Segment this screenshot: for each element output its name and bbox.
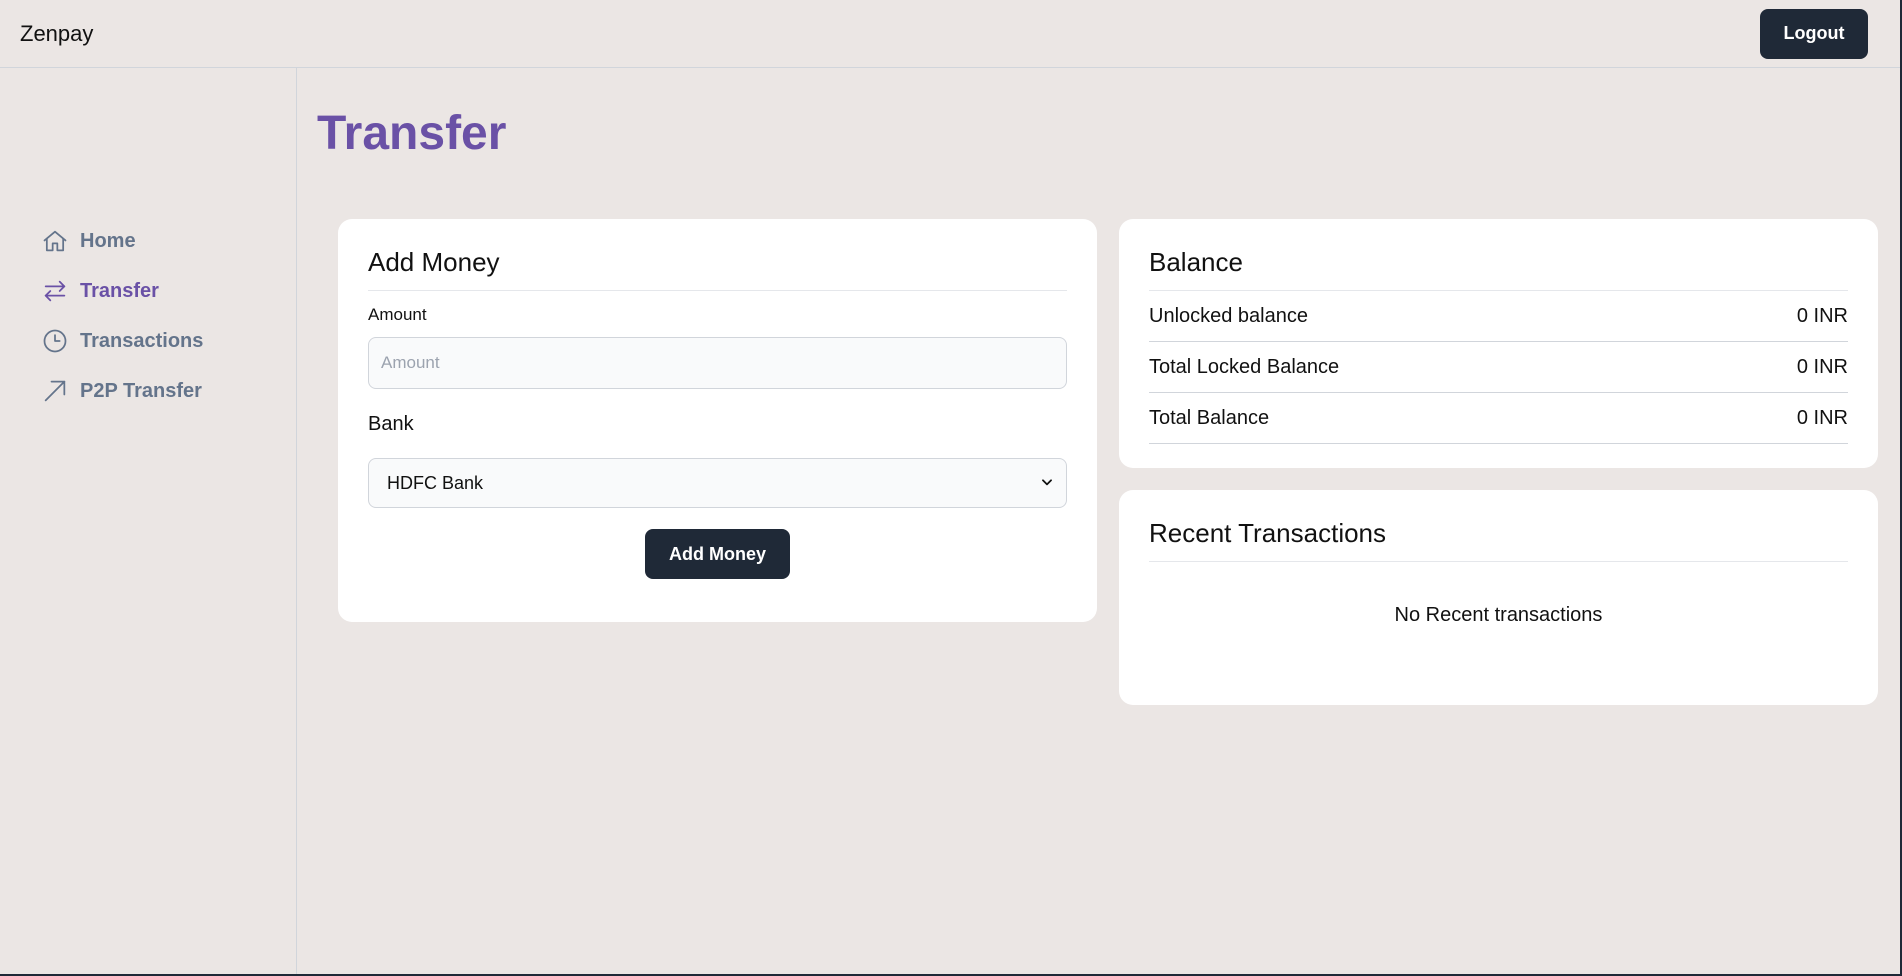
balance-row-value: 0 INR [1796,355,1848,378]
sidebar-item-transfer[interactable]: Transfer [0,266,296,316]
sidebar-item-label: P2P Transfer [80,379,202,402]
button-row: Add Money [368,529,1067,579]
balance-row-label: Total Locked Balance [1149,355,1340,378]
add-money-card: Add Money Amount Bank HDFC Bank Add Mone… [338,219,1097,622]
sidebar-item-label: Transfer [80,279,159,302]
balance-card: Balance Unlocked balance 0 INR Total Loc… [1119,219,1878,468]
add-money-button[interactable]: Add Money [645,529,790,579]
bank-label: Bank [368,413,414,435]
empty-state-message: No Recent transactions [1394,604,1603,626]
page-title: Transfer [317,107,507,160]
balance-title: Balance [1149,247,1848,291]
amount-input[interactable] [368,337,1067,389]
sidebar-item-label: Home [80,229,136,252]
balance-row-label: Total Balance [1149,406,1270,429]
home-icon [40,226,70,256]
amount-label: Amount [368,305,427,324]
logout-button[interactable]: Logout [1760,8,1868,59]
balance-row-locked: Total Locked Balance 0 INR [1149,342,1848,393]
balance-row-label: Unlocked balance [1149,304,1308,327]
balance-row-value: 0 INR [1796,406,1848,429]
bank-select[interactable]: HDFC Bank [368,458,1067,508]
sidebar-item-p2p-transfer[interactable]: P2P Transfer [0,366,296,416]
sidebar-item-transactions[interactable]: Transactions [0,316,296,366]
sidebar: Home Transfer Transactions P2P Transfer [0,68,297,974]
sidebar-item-home[interactable]: Home [0,216,296,266]
app-page: Zenpay Logout Home Transfer Transactions… [0,0,1902,976]
balance-row-total: Total Balance 0 INR [1149,393,1848,444]
top-bar: Zenpay Logout [0,0,1900,68]
recent-transactions-title: Recent Transactions [1149,518,1848,562]
add-money-title: Add Money [368,247,1067,291]
main-content: Transfer Add Money Amount Bank HDFC Bank… [298,68,1900,974]
recent-transactions-card: Recent Transactions No Recent transactio… [1119,490,1878,705]
balance-row-value: 0 INR [1796,304,1848,327]
balance-row-unlocked: Unlocked balance 0 INR [1149,291,1848,342]
chevron-down-icon [1040,473,1054,494]
arrow-up-right-icon [40,376,70,406]
bank-select-value: HDFC Bank [387,472,484,493]
brand-logo: Zenpay [20,20,94,46]
sidebar-item-label: Transactions [80,329,204,352]
clock-icon [40,326,70,356]
transfer-arrows-icon [40,276,70,306]
